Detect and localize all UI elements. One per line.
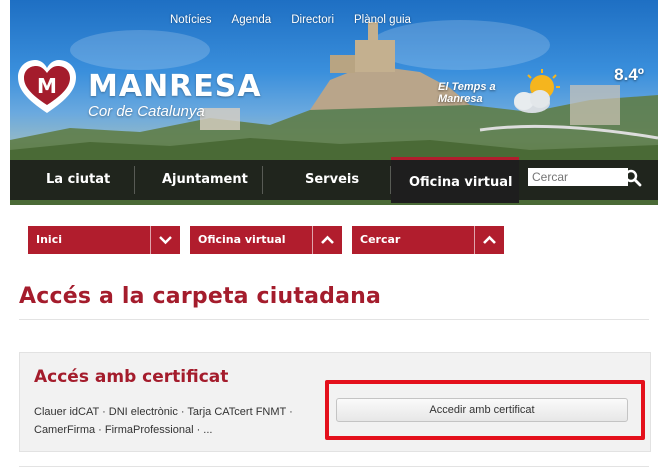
breadcrumb-inici[interactable]: Inici [28, 226, 180, 254]
main-navigation: La ciutat Ajuntament Serveis Oficina vir… [10, 157, 658, 203]
breadcrumb-cercar-label: Cercar [360, 233, 401, 246]
chevron-down-icon[interactable] [150, 226, 180, 254]
panel-title: Accés amb certificat [34, 367, 229, 387]
weather-label: El Temps a Manresa [438, 81, 496, 105]
top-link-directori[interactable]: Directori [291, 14, 334, 26]
weather-widget[interactable]: El Temps a Manresa 8.4º [438, 65, 648, 125]
header-banner: Notícies Agenda Directori Plànol guia M … [10, 0, 658, 205]
nav-serveis[interactable]: Serveis [305, 160, 359, 200]
certificate-access-panel: Accés amb certificat Clauer idCAT · DNI … [19, 352, 651, 452]
logo-title: MANRESA [88, 69, 262, 104]
svg-text:M: M [37, 74, 57, 98]
search-input[interactable] [528, 168, 628, 186]
partly-cloudy-icon [514, 69, 560, 113]
title-divider [19, 319, 649, 320]
breadcrumb-oficina-virtual-label: Oficina virtual [198, 233, 286, 246]
breadcrumb-cercar[interactable]: Cercar [352, 226, 504, 254]
panel-description: Clauer idCAT · DNI electrònic · Tarja CA… [34, 406, 293, 436]
bottom-divider [19, 466, 649, 467]
weather-temperature: 8.4º [614, 65, 644, 84]
site-logo[interactable]: M MANRESA Cor de Catalunya [16, 55, 261, 125]
breadcrumb-inici-label: Inici [36, 233, 62, 246]
search-icon[interactable] [624, 169, 642, 187]
page-title: Accés a la carpeta ciutadana [19, 284, 382, 309]
access-with-certificate-button[interactable]: Accedir amb certificat [336, 398, 628, 422]
nav-oficina-virtual[interactable]: Oficina virtual [391, 157, 519, 203]
logo-subtitle: Cor de Catalunya [88, 103, 205, 120]
nav-oficina-virtual-label: Oficina virtual [409, 175, 513, 190]
breadcrumb-oficina-virtual[interactable]: Oficina virtual [190, 226, 342, 254]
chevron-up-icon[interactable] [474, 226, 504, 254]
top-link-agenda[interactable]: Agenda [232, 14, 272, 26]
nav-ajuntament[interactable]: Ajuntament [162, 160, 248, 200]
top-link-noticies[interactable]: Notícies [170, 14, 212, 26]
heart-logo-icon: M [18, 60, 76, 113]
nav-la-ciutat[interactable]: La ciutat [46, 160, 110, 200]
top-link-planol-guia[interactable]: Plànol guia [354, 14, 411, 26]
top-links-bar: Notícies Agenda Directori Plànol guia [170, 14, 411, 26]
chevron-up-icon[interactable] [312, 226, 342, 254]
